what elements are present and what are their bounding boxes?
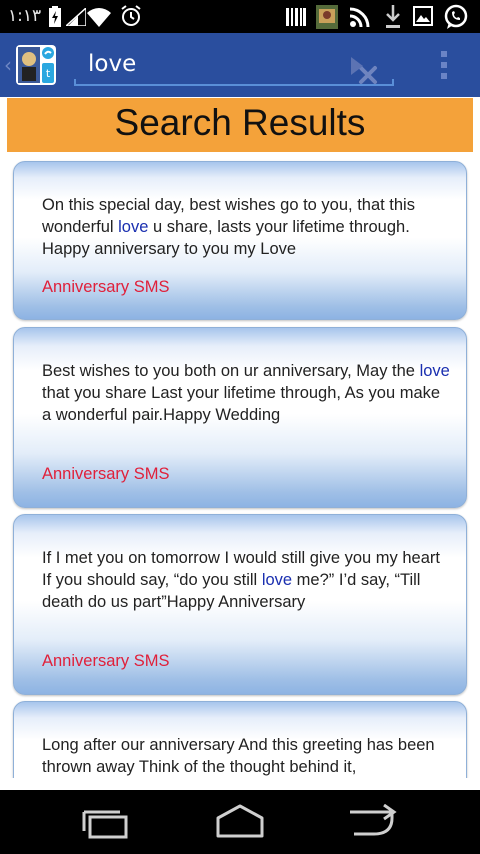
message-text: On this special day, best wishes go to y… bbox=[42, 196, 415, 258]
highlighted-term: love bbox=[261, 571, 293, 589]
results-list[interactable]: On this special day, best wishes go to y… bbox=[0, 152, 480, 778]
result-card[interactable]: Best wishes to you both on ur anniversar… bbox=[13, 327, 467, 508]
svg-text:t: t bbox=[46, 67, 51, 80]
category-label[interactable]: Anniversary SMS bbox=[42, 652, 169, 671]
wifi-icon bbox=[87, 8, 111, 27]
home-icon[interactable] bbox=[210, 804, 270, 840]
highlighted-term: love bbox=[118, 218, 149, 236]
results-header: Search Results bbox=[7, 98, 473, 152]
back-icon[interactable] bbox=[344, 804, 404, 840]
search-underline bbox=[74, 79, 394, 86]
whatsapp-icon bbox=[444, 4, 468, 29]
overflow-menu-icon[interactable] bbox=[432, 47, 456, 83]
result-card[interactable]: Long after our anniversary And this gree… bbox=[13, 701, 467, 778]
status-time: ١:١٣ bbox=[8, 6, 42, 26]
navigation-bar bbox=[0, 790, 480, 854]
back-caret-icon[interactable]: ‹ bbox=[4, 53, 12, 77]
image-icon bbox=[413, 6, 433, 26]
app-logo-icon[interactable]: t bbox=[16, 45, 56, 85]
message-text: If I met you on tomorrow I would still g… bbox=[42, 549, 440, 611]
recent-apps-icon[interactable] bbox=[76, 804, 136, 840]
rss-icon bbox=[350, 7, 370, 27]
message-text: Best wishes to you both on ur anniversar… bbox=[42, 362, 450, 424]
action-bar: ‹ t love bbox=[0, 33, 480, 97]
go-arrow-icon[interactable] bbox=[342, 51, 370, 81]
highlighted-term: love bbox=[419, 362, 450, 380]
app-thumbnail-icon bbox=[316, 5, 338, 29]
category-label[interactable]: Anniversary SMS bbox=[42, 465, 169, 484]
status-bar: ١:١٣ bbox=[0, 0, 480, 33]
signal-icon bbox=[66, 8, 86, 26]
alarm-icon bbox=[121, 5, 141, 26]
download-icon bbox=[386, 5, 400, 28]
result-card[interactable]: If I met you on tomorrow I would still g… bbox=[13, 514, 467, 695]
battery-charging-icon bbox=[49, 6, 61, 27]
result-card[interactable]: On this special day, best wishes go to y… bbox=[13, 161, 467, 320]
category-label[interactable]: Anniversary SMS bbox=[42, 278, 169, 297]
search-input[interactable]: love bbox=[88, 51, 136, 77]
barcode-icon bbox=[286, 8, 306, 26]
message-text: Long after our anniversary And this gree… bbox=[42, 736, 435, 776]
page-title: Search Results bbox=[114, 102, 366, 143]
